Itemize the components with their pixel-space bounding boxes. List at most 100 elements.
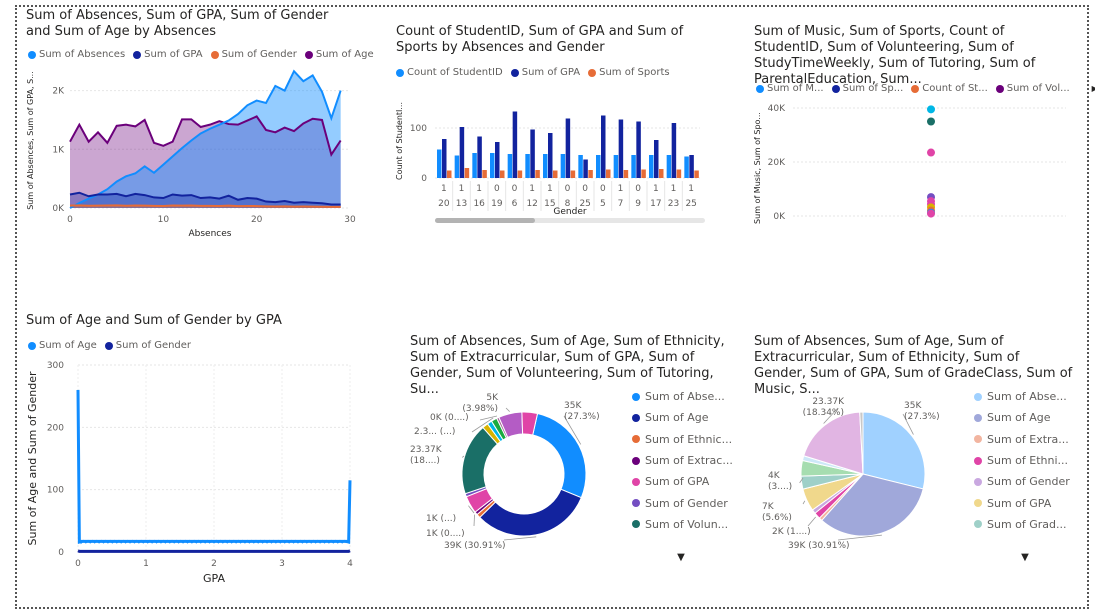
x-tick-label: 1 <box>653 184 659 194</box>
leader-line <box>473 514 475 527</box>
pie-chart-svg[interactable]: 35K(27.3%) 39K (30.91%) 2K (1....) 7K(5.6%)… <box>748 328 1078 568</box>
y-tick-label: 100 <box>410 124 427 134</box>
x-tick-label: 13 <box>456 199 467 209</box>
bar <box>654 140 659 178</box>
data-label: (18....) <box>410 456 440 466</box>
bar <box>565 118 571 178</box>
leader-line <box>461 455 465 458</box>
x-tick-label: 23 <box>668 199 679 209</box>
data-label: 2.3... (...) <box>414 427 455 437</box>
y-tick-label: 100 <box>47 486 64 496</box>
scatter-point <box>927 105 935 114</box>
visual-pie-chart[interactable]: Sum of Absences, Sum of Age, Sum of Extr… <box>748 328 1078 568</box>
bar <box>606 169 611 178</box>
x-tick-label: 0 <box>565 184 571 194</box>
y-tick-label: 0K <box>52 204 65 214</box>
bar <box>649 155 654 178</box>
x-tick-label: 20 <box>438 199 450 209</box>
bar <box>512 111 518 178</box>
bar <box>517 170 523 178</box>
bar <box>613 155 619 178</box>
donut-chart-svg[interactable]: 35K(27.3%) 39K (30.91%) 1K (0....) 1K (...)… <box>404 328 734 568</box>
data-label: 1K (0....) <box>426 529 465 539</box>
x-axis-title: GPA <box>203 572 225 585</box>
bar <box>548 133 553 178</box>
bar <box>495 142 500 178</box>
bar <box>684 156 689 178</box>
data-label: 35K <box>904 401 922 411</box>
x-tick-label: 1 <box>618 184 624 194</box>
line-chart-svg[interactable]: 01002003000 1 2 3 4GPASum of Age and Sum of … <box>20 305 360 590</box>
bar <box>676 169 682 178</box>
data-label: 5K <box>486 393 499 403</box>
x-tick-label: 0 <box>67 215 73 225</box>
bar <box>671 123 677 178</box>
leader-line <box>802 500 806 505</box>
x-tick-label: 1 <box>459 184 465 194</box>
bar <box>636 121 641 178</box>
x-tick-label: 0 <box>635 184 641 194</box>
x-tick-label: 12 <box>526 199 537 209</box>
x-tick-label: 0 <box>494 184 500 194</box>
y-axis-title: Sum of Music, Sum of Spo... <box>753 112 762 224</box>
area-chart-svg[interactable]: 0K 1K 2K 0 10 20 30 Absences Sum of Absences, Su… <box>20 8 360 243</box>
scatter-chart-svg[interactable]: 0K 20K 40K Sum of Music, Sum of Spo... <box>748 8 1073 233</box>
bar <box>588 170 593 178</box>
data-label: 39K (30.91%) <box>444 541 506 551</box>
x-tick-label: 4 <box>347 559 353 569</box>
visual-line-chart[interactable]: Sum of Age and Sum of Gender by GPA Sum … <box>20 305 360 590</box>
x-tick-label: 10 <box>158 215 170 225</box>
y-tick-label: 2K <box>52 87 65 97</box>
x-tick-label: 25 <box>685 199 696 209</box>
scatter-point <box>927 148 935 157</box>
bar <box>477 136 482 178</box>
bar <box>689 155 694 178</box>
bar <box>618 119 624 178</box>
x-axis-title: Absences <box>189 229 232 239</box>
data-label: 23.37K <box>410 445 443 455</box>
data-label: 7K <box>762 502 775 512</box>
visual-area-chart[interactable]: Sum of Absences, Sum of GPA, Sum of Gend… <box>20 8 374 243</box>
bar <box>631 155 636 178</box>
bar <box>659 169 664 178</box>
pie-slice <box>532 412 587 499</box>
data-label: 2K (1....) <box>772 527 811 537</box>
y-tick-label: 1K <box>52 145 65 155</box>
series-line-1 <box>77 549 351 553</box>
x-tick-label: 2 <box>211 559 217 569</box>
bar <box>472 153 477 178</box>
leader-line <box>505 407 510 412</box>
visual-scatter-chart[interactable]: Sum of Music, Sum of Sports, Count of St… <box>748 8 1095 233</box>
y-axis-title: Sum of Age and Sum of Gender <box>26 371 39 546</box>
data-label: 23.37K <box>812 397 845 407</box>
x-tick-label: 7 <box>618 199 624 209</box>
bar-chart-svg[interactable]: 0100Count of StudentI...1201131160190611… <box>390 8 710 233</box>
visual-donut-chart[interactable]: Sum of Absences, Sum of Age, Sum of Ethn… <box>404 328 734 568</box>
scatter-point <box>927 117 935 126</box>
x-tick-label: 1 <box>143 559 149 569</box>
x-tick-label: 1 <box>441 184 447 194</box>
bar <box>530 129 535 178</box>
bar <box>583 159 588 178</box>
x-tick-label: 1 <box>529 184 535 194</box>
x-tick-label: 1 <box>476 184 482 194</box>
y-axis-title: Sum of Absences, Sum of GPA, S... <box>26 71 35 210</box>
y-axis-title: Count of StudentI... <box>395 102 404 180</box>
data-label: 39K (30.91%) <box>788 541 850 551</box>
pie-slice <box>479 488 582 537</box>
bar <box>459 127 465 178</box>
bar <box>507 154 513 178</box>
x-tick-label: 1 <box>688 184 694 194</box>
legend-more-arrow[interactable]: ▼ <box>1021 552 1029 563</box>
x-tick-label: 1 <box>547 184 553 194</box>
x-tick-label: 0 <box>582 184 588 194</box>
data-label: (27.3%) <box>564 412 600 422</box>
bar <box>570 170 576 178</box>
bar <box>500 170 505 178</box>
x-tick-label: 1 <box>671 184 677 194</box>
legend-more-arrow[interactable]: ▼ <box>677 552 685 563</box>
data-label: (27.3%) <box>904 412 940 422</box>
bar <box>447 170 452 178</box>
visual-bar-chart[interactable]: Count of StudentID, Sum of GPA and Sum o… <box>390 8 710 233</box>
leader-line <box>503 536 537 541</box>
